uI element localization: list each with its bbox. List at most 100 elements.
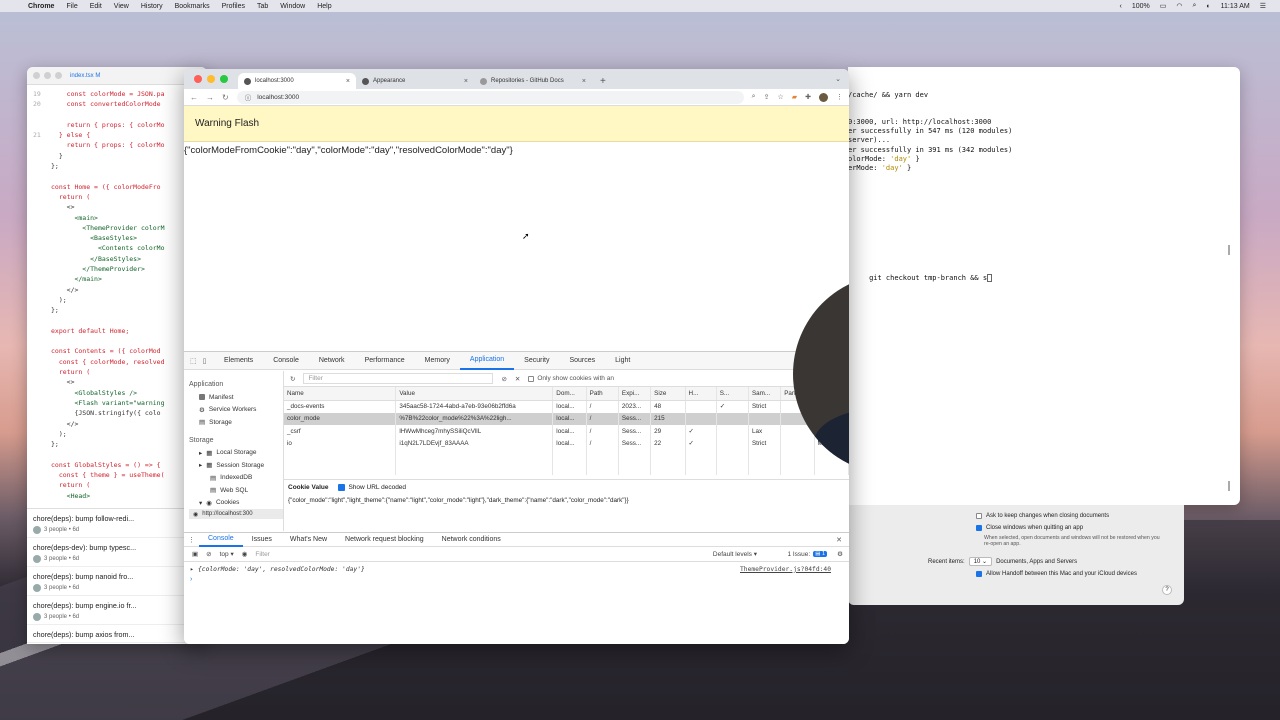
pull-request-item[interactable]: chore(deps-dev): bump typesc... 3 people … bbox=[27, 538, 185, 567]
menu-app-name[interactable]: Chrome bbox=[28, 3, 54, 10]
delete-icon[interactable]: ✕ bbox=[515, 375, 520, 383]
cookie-row[interactable]: io i1qN2L7LDEvjf_83AAAA local... / Sess... 22… bbox=[284, 437, 849, 450]
column-header[interactable]: Path bbox=[586, 387, 619, 401]
close-tab-icon[interactable]: × bbox=[582, 78, 586, 85]
clear-console-icon[interactable]: ⊘ bbox=[206, 550, 211, 558]
chevron-left-icon[interactable]: ‹ bbox=[1120, 3, 1122, 10]
issues-counter[interactable]: 1 Issue: ▤ 1 bbox=[787, 551, 827, 558]
column-header[interactable]: S... bbox=[716, 387, 749, 401]
pull-request-item[interactable]: chore(deps): bump engine.io fr... 3 peopl… bbox=[27, 596, 185, 625]
sidebar-item-cookies[interactable]: ▾ ◉ Cookies bbox=[189, 497, 283, 510]
kebab-menu-icon[interactable]: ⋮ bbox=[184, 536, 199, 544]
help-button[interactable]: ? bbox=[1162, 585, 1172, 595]
cookie-row[interactable]: color_mode %7B%22color_mode%22%3A%22ligh.… bbox=[284, 412, 849, 425]
cookie-value-text[interactable]: {"color_mode":"light","light_theme":{"na… bbox=[288, 497, 849, 504]
code-line[interactable]: <> bbox=[33, 377, 207, 387]
ask-keep-changes-checkbox[interactable] bbox=[976, 513, 982, 519]
forward-icon[interactable]: → bbox=[206, 93, 214, 102]
drawer-tab-network-conditions[interactable]: Network conditions bbox=[433, 533, 510, 547]
sidebar-item-session-storage[interactable]: ▸ ▦ Session Storage bbox=[189, 459, 283, 472]
code-line[interactable]: return ( bbox=[33, 192, 207, 202]
clear-filter-icon[interactable]: ⊘ bbox=[501, 375, 506, 383]
browser-tab-localhost[interactable]: localhost:3000 × bbox=[238, 73, 356, 89]
close-tab-icon[interactable]: × bbox=[346, 78, 350, 85]
code-line[interactable]: return ( bbox=[33, 367, 207, 377]
share-icon[interactable]: ⇪ bbox=[764, 93, 770, 102]
code-line[interactable]: {JSON.stringify({ colo bbox=[33, 408, 207, 418]
column-header[interactable]: Sam... bbox=[748, 387, 782, 401]
code-line[interactable]: <BaseStyles> bbox=[33, 233, 207, 243]
log-levels-select[interactable]: Default levels ▾ bbox=[713, 550, 757, 558]
terminal-scrollbar[interactable] bbox=[1228, 245, 1230, 255]
drawer-tab-network-request-blocking[interactable]: Network request blocking bbox=[336, 533, 433, 547]
code-line[interactable]: <Contents colorMo bbox=[33, 243, 207, 253]
code-line[interactable]: export default Home; bbox=[33, 326, 207, 336]
column-header[interactable]: Dom... bbox=[552, 387, 587, 401]
puzzle-icon[interactable]: ✚ bbox=[805, 93, 811, 102]
battery-icon[interactable]: ▭ bbox=[1160, 2, 1167, 10]
code-line[interactable] bbox=[33, 336, 207, 346]
only-show-issues-checkbox[interactable] bbox=[528, 375, 535, 382]
extension-icon[interactable]: ▰ bbox=[792, 93, 797, 102]
devtools-tab-security[interactable]: Security bbox=[514, 352, 559, 370]
code-line[interactable]: const Home = ({ colorModeFro bbox=[33, 182, 207, 192]
console-log-entry[interactable]: ▸ {colorMode: 'day', resolvedColorMode: … bbox=[184, 562, 849, 576]
show-url-decoded-toggle[interactable]: Show URL decoded bbox=[338, 484, 406, 491]
eye-icon[interactable]: ◉ bbox=[242, 550, 248, 558]
reload-icon[interactable]: ↻ bbox=[222, 93, 229, 102]
triangle-right-icon[interactable]: ▸ bbox=[199, 461, 202, 469]
menu-tab[interactable]: Tab bbox=[257, 3, 268, 10]
code-line[interactable]: ); bbox=[33, 429, 207, 439]
editor-tab[interactable]: index.tsx M bbox=[70, 73, 100, 79]
close-windows-row[interactable]: Close windows when quitting an app bbox=[976, 525, 1083, 531]
expand-triangle-icon[interactable]: ▸ bbox=[190, 566, 194, 573]
column-header[interactable]: Size bbox=[650, 387, 686, 401]
close-windows-checkbox[interactable] bbox=[976, 525, 982, 531]
device-toolbar-icon[interactable]: ▯ bbox=[203, 357, 207, 365]
pull-request-item[interactable]: chore(deps): bump axios from... bbox=[27, 625, 185, 643]
sidebar-item-indexeddb[interactable]: ▤ IndexedDB bbox=[189, 472, 283, 485]
column-header[interactable]: Name bbox=[284, 387, 397, 401]
profile-avatar[interactable] bbox=[819, 92, 828, 102]
devtools-tab-memory[interactable]: Memory bbox=[415, 352, 460, 370]
cookie-row[interactable]: _docs-events 345aac58-1724-4abd-a7eb-93e0… bbox=[284, 400, 849, 413]
code-line[interactable]: }; bbox=[33, 305, 207, 315]
devtools-tab-network[interactable]: Network bbox=[309, 352, 355, 370]
code-line[interactable]: <> bbox=[33, 202, 207, 212]
sidebar-item-service-workers[interactable]: ⚙ Service Workers bbox=[189, 404, 283, 417]
back-icon[interactable]: ← bbox=[190, 93, 198, 102]
code-line[interactable]: return { props: { colorMo bbox=[33, 140, 207, 150]
code-line[interactable]: </main> bbox=[33, 274, 207, 284]
new-tab-icon[interactable]: + bbox=[600, 76, 606, 87]
editor-code[interactable]: 19 const colorMode = JSON.pa 20 const con… bbox=[27, 85, 207, 501]
show-url-decoded-checkbox[interactable] bbox=[338, 484, 346, 491]
code-line[interactable]: const Contents = ({ colorMod bbox=[33, 346, 207, 356]
close-tab-icon[interactable]: × bbox=[464, 78, 468, 85]
browser-tab-github-docs[interactable]: Repositories - GitHub Docs × bbox=[474, 73, 592, 89]
menu-history[interactable]: History bbox=[141, 3, 163, 10]
control-center-toggle-icon[interactable]: ☰ bbox=[1260, 2, 1266, 10]
code-line[interactable]: <Head> bbox=[33, 491, 207, 501]
browser-tab-appearance[interactable]: Appearance × bbox=[356, 73, 474, 89]
menu-edit[interactable]: Edit bbox=[90, 3, 102, 10]
devtools-tab-sources[interactable]: Sources bbox=[559, 352, 605, 370]
code-line[interactable]: }; bbox=[33, 439, 207, 449]
log-source-link[interactable]: ThemeProvider.js?04fd:40 bbox=[740, 566, 831, 573]
zoom-icon[interactable]: ⌕ bbox=[752, 93, 756, 102]
sidebar-item-local-storage[interactable]: ▸ ▦ Local Storage bbox=[189, 447, 283, 460]
devtools-tab-console[interactable]: Console bbox=[263, 352, 309, 370]
cookies-filter-input[interactable]: Filter bbox=[303, 373, 494, 384]
devtools-tab-application[interactable]: Application bbox=[459, 352, 515, 370]
handoff-row[interactable]: Allow Handoff between this Mac and your … bbox=[976, 571, 1137, 577]
sidebar-item-cookie-origin[interactable]: ◉ http://localhost:300 bbox=[189, 509, 283, 519]
code-line[interactable]: const { colorMode, resolved bbox=[33, 357, 207, 367]
minimize-window-icon[interactable] bbox=[207, 75, 215, 83]
code-line[interactable]: const { theme } = useTheme( bbox=[33, 470, 207, 480]
code-line[interactable]: </ThemeProvider> bbox=[33, 264, 207, 274]
drawer-tab-issues[interactable]: Issues bbox=[243, 533, 281, 547]
sidebar-toggle-icon[interactable]: ▣ bbox=[192, 550, 198, 558]
code-line[interactable]: </> bbox=[33, 285, 207, 295]
code-line[interactable]: <GlobalStyles /> bbox=[33, 388, 207, 398]
pull-request-item[interactable]: chore(deps): bump follow-redi... 3 people… bbox=[27, 509, 185, 538]
address-bar[interactable]: ⓘ localhost:3000 bbox=[236, 90, 744, 104]
